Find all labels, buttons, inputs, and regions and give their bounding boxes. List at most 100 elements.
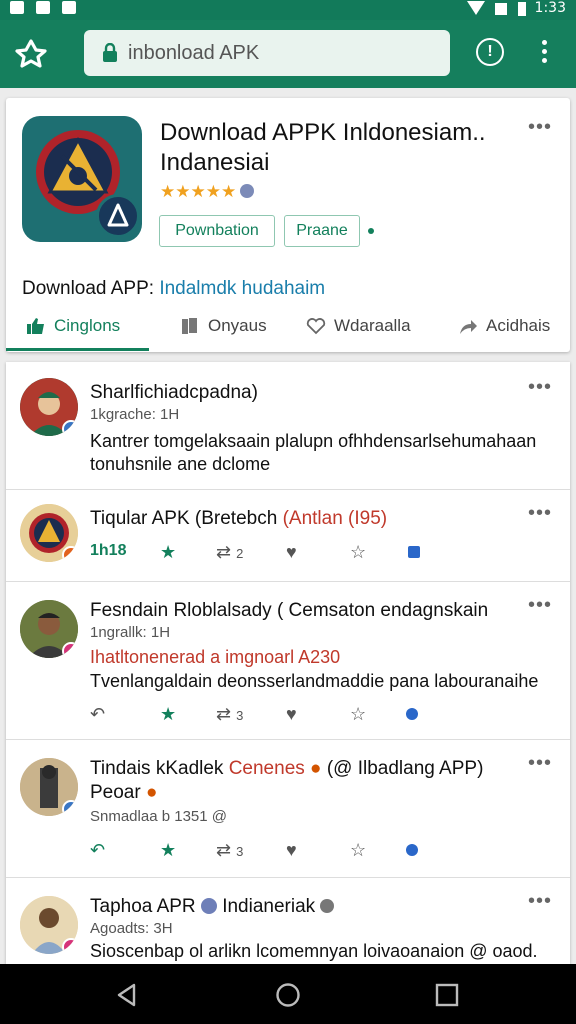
reply-icon[interactable]: ↶ — [90, 704, 105, 725]
post-overflow-icon[interactable]: ••• — [528, 752, 552, 775]
post-time: Agoadts: 3H — [90, 920, 173, 937]
notification-icon — [36, 1, 50, 14]
heart-icon[interactable]: ♥ — [286, 542, 297, 563]
star-icon[interactable]: ★ — [160, 542, 176, 563]
heart-icon — [306, 318, 326, 335]
retweet-icon[interactable]: ⇄ 3 — [216, 704, 243, 725]
system-icons: 1:33 — [466, 0, 566, 16]
reply-count[interactable]: 1h18 — [90, 542, 126, 560]
tab-label: Onyaus — [208, 316, 267, 335]
clock: 1:33 — [534, 0, 566, 16]
url-text: inbonload APK — [128, 42, 260, 64]
app-card: Download APPK Inldonesiam.. Indanesiai •… — [6, 98, 570, 352]
post-time: Snmadlaa b 1351 @ — [90, 808, 227, 825]
app-badge-icon — [96, 194, 140, 238]
badge-icon — [62, 938, 78, 954]
author-handle: Indianeriak — [222, 896, 316, 917]
post-overflow-icon[interactable]: ••• — [528, 502, 552, 525]
post-item[interactable]: Tindais kKadlek Cenenes ● (@ Ilbadlang A… — [6, 740, 570, 878]
post-item[interactable]: Fesndain Rloblalsady ( Cemsaton endagnsk… — [6, 582, 570, 740]
tab-label: Wdaraalla — [334, 316, 411, 335]
app-tabs: Cinglons Onyaus Wdaraalla Acidhais — [6, 310, 570, 352]
author-name: Taphoa APR — [90, 896, 196, 917]
more-vert-icon[interactable] — [536, 38, 552, 68]
notification-icon — [10, 1, 24, 14]
author-name: Tiqular APK (Bretebch — [90, 508, 278, 529]
post-overflow-icon[interactable]: ••• — [528, 376, 552, 399]
post-author[interactable]: Tindais kKadlek Cenenes ● (@ Ilbadlang A… — [90, 758, 483, 780]
recents-icon[interactable] — [434, 982, 460, 1008]
rating: ★★★★★ — [160, 182, 255, 202]
post-item[interactable]: Taphoa APR Indianeriak Agoadts: 3H Siosc… — [6, 878, 570, 964]
retweet-count: 3 — [236, 708, 244, 723]
post-author[interactable]: Sharlfichiadcpadna) — [90, 382, 258, 404]
tab-acidhais[interactable]: Acidhais — [458, 316, 550, 336]
heart-icon[interactable]: ♥ — [286, 840, 297, 861]
tab-onyaus[interactable]: Onyaus — [180, 316, 267, 336]
post-time: 1kgrache: 1H — [90, 406, 180, 423]
post-body: Tvenlangaldain deonsserlandmaddie pana l… — [90, 671, 539, 691]
tab-wdaraalla[interactable]: Wdaraalla — [306, 316, 411, 336]
author-tag: Cenenes — [228, 758, 305, 779]
badge-icon — [62, 546, 78, 562]
post-highlight: Ihatltonenerad a imgnoarl A230 — [90, 647, 341, 667]
post-body: Kantrer tomgelaksaain plalupn ofhhdensar… — [90, 431, 537, 474]
badge-icon — [62, 642, 78, 658]
post-actions: ↶ ★ ⇄ 3 ♥ ☆ — [90, 840, 430, 864]
post-item[interactable]: Tiqular APK (Bretebch (Antlan (I95) ••• … — [6, 490, 570, 582]
author-name-2: Peoar — [90, 782, 141, 803]
post-overflow-icon[interactable]: ••• — [528, 890, 552, 913]
star-icon[interactable]: ★ — [160, 704, 176, 725]
download-link[interactable]: Indalmdk hudahaim — [159, 278, 325, 299]
avatar[interactable] — [20, 504, 78, 562]
primary-button[interactable]: Pownbation — [159, 215, 275, 247]
browser-toolbar: inbonload APK ! — [0, 20, 576, 88]
more-icon[interactable] — [406, 704, 418, 725]
author-handle: (@ Ilbadlang APP) — [326, 758, 484, 779]
home-icon[interactable] — [14, 38, 48, 68]
info-icon[interactable]: ! — [476, 38, 504, 66]
wifi-icon — [494, 3, 507, 15]
notification-icon — [62, 1, 76, 14]
heart-icon[interactable]: ♥ — [286, 704, 297, 725]
favorite-outline-icon[interactable]: ☆ — [350, 542, 366, 563]
post-author[interactable]: Fesndain Rloblalsady ( Cemsaton endagnsk… — [90, 600, 488, 622]
favorite-outline-icon[interactable]: ☆ — [350, 840, 366, 861]
post-author[interactable]: Taphoa APR Indianeriak — [90, 896, 335, 918]
more-icon[interactable] — [408, 542, 420, 563]
tab-cinglons[interactable]: Cinglons — [26, 316, 120, 336]
bookmark-icon — [182, 318, 197, 334]
avatar[interactable] — [20, 896, 78, 954]
post-author[interactable]: Tiqular APK (Bretebch (Antlan (I95) — [90, 508, 387, 530]
favorite-outline-icon[interactable]: ☆ — [350, 704, 366, 725]
back-icon[interactable] — [114, 982, 140, 1008]
post-overflow-icon[interactable]: ••• — [528, 594, 552, 617]
thumbs-up-icon — [27, 318, 44, 334]
tab-indicator — [6, 348, 149, 351]
download-line: Download APP: Indalmdk hudahaim — [22, 278, 325, 300]
avatar[interactable] — [20, 600, 78, 658]
download-label: Download APP: — [22, 278, 155, 299]
retweet-icon[interactable]: ⇄ 3 — [216, 840, 243, 861]
verified-icon — [240, 184, 255, 198]
signal-icon — [466, 1, 485, 15]
more-icon[interactable] — [406, 840, 418, 861]
share-icon — [460, 320, 477, 334]
star-icon[interactable]: ★ — [160, 840, 176, 861]
post-item[interactable]: Sharlfichiadcpadna) 1kgrache: 1H Kantrer… — [6, 362, 570, 490]
rating-stars: ★★★★★ — [160, 182, 237, 201]
app-icon[interactable] — [22, 116, 142, 242]
avatar[interactable] — [20, 758, 78, 816]
fire-icon: ● — [310, 758, 322, 779]
url-bar[interactable]: inbonload APK — [84, 30, 450, 76]
reply-icon[interactable]: ↶ — [90, 840, 105, 861]
verified-badge-icon — [62, 420, 78, 436]
secondary-button[interactable]: Praane — [284, 215, 360, 247]
post-actions: ↶ ★ ⇄ 3 ♥ ☆ — [90, 704, 430, 728]
status-dot — [368, 228, 374, 234]
app-overflow-icon[interactable]: ••• — [528, 116, 552, 139]
home-button-icon[interactable] — [275, 982, 301, 1008]
retweet-icon[interactable]: ⇄ 2 — [216, 542, 243, 563]
avatar[interactable] — [20, 378, 78, 436]
post-feed: Sharlfichiadcpadna) 1kgrache: 1H Kantrer… — [6, 362, 570, 964]
